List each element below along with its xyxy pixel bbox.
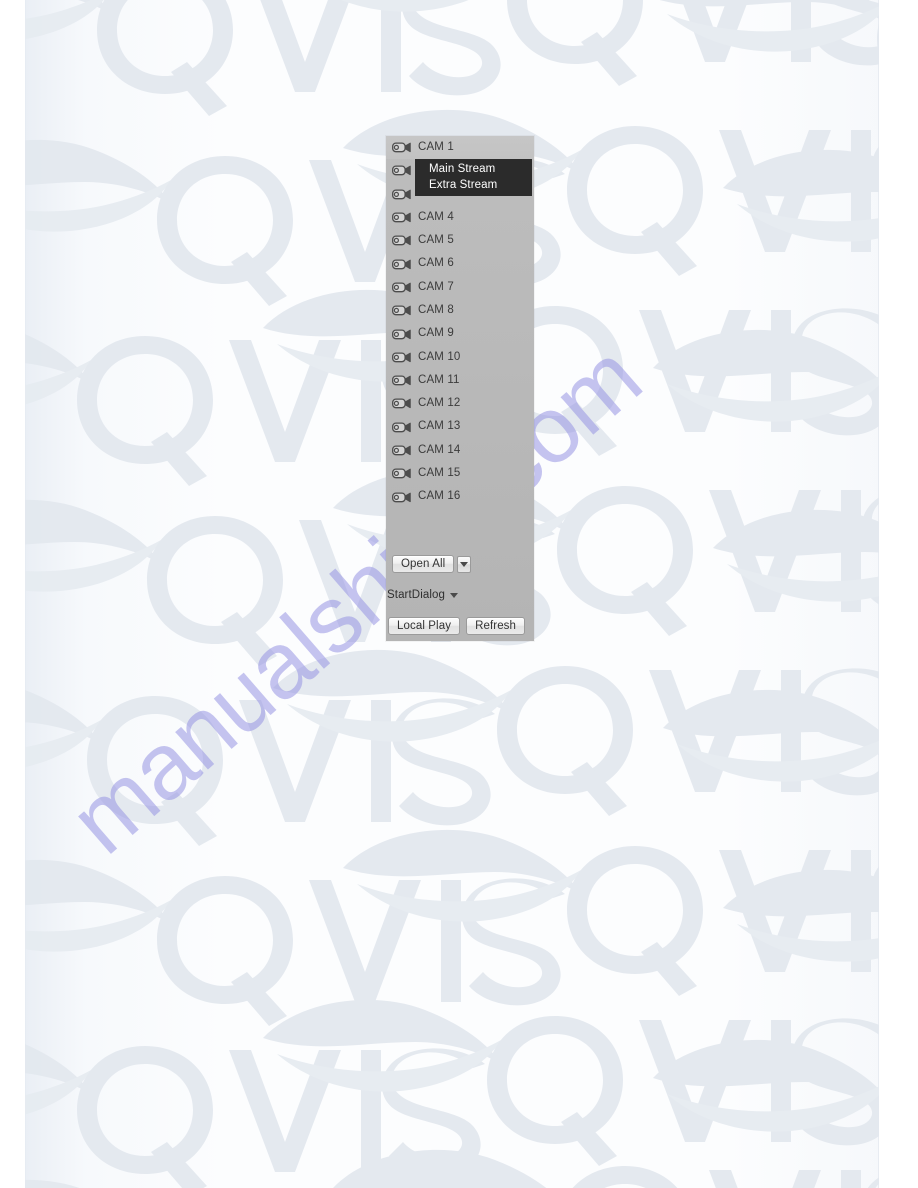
camcorder-icon <box>392 212 411 223</box>
camera-row-cam-7[interactable]: CAM 7 <box>386 276 534 299</box>
camera-list: CAM 1 Main Stream Extra Stream CAM 2 <box>386 136 534 509</box>
camcorder-icon <box>392 352 411 363</box>
document-page: manualshive.com CAM 1 Main Stream Extra … <box>0 0 918 1188</box>
chevron-down-icon <box>460 561 469 567</box>
camera-row-cam-5[interactable]: CAM 5 <box>386 229 534 252</box>
camera-label: CAM 16 <box>418 490 461 503</box>
camcorder-icon <box>392 259 411 269</box>
camera-row-cam-12[interactable]: CAM 12 <box>386 392 534 415</box>
camera-label: CAM 8 <box>418 303 454 316</box>
camcorder-icon <box>392 375 411 386</box>
open-all-dropdown-button[interactable] <box>457 555 472 573</box>
camera-label: CAM 1 <box>418 140 454 153</box>
menu-item-extra-stream[interactable]: Extra Stream <box>415 177 532 193</box>
camera-row-cam-11[interactable]: CAM 11 <box>386 369 534 392</box>
camera-label: CAM 4 <box>418 210 454 223</box>
camera-label: CAM 15 <box>418 467 461 480</box>
start-dialog-button[interactable]: StartDialog <box>387 586 445 604</box>
camera-row-cam-4[interactable]: CAM 4 <box>386 206 534 229</box>
camera-label: CAM 11 <box>418 373 460 386</box>
start-dialog-dropdown-button[interactable] <box>447 587 460 604</box>
camera-row-cam-1[interactable]: CAM 1 Main Stream Extra Stream <box>386 136 534 196</box>
camcorder-icon <box>392 189 411 200</box>
camera-label: CAM 6 <box>418 257 454 270</box>
camcorder-icon <box>392 398 411 409</box>
site-watermark-text: manualshive.com <box>50 323 660 874</box>
channel-list-panel: CAM 1 Main Stream Extra Stream CAM 2 <box>386 136 534 641</box>
camera-row-cam-9[interactable]: CAM 9 <box>386 322 534 345</box>
camera-label: CAM 14 <box>418 443 461 456</box>
camera-label: CAM 13 <box>418 420 461 433</box>
refresh-button[interactable]: Refresh <box>466 617 526 635</box>
camera-label: CAM 12 <box>418 397 461 410</box>
menu-item-main-stream[interactable]: Main Stream <box>415 161 532 177</box>
camera-row-cam-8[interactable]: CAM 8 <box>386 299 534 322</box>
stream-context-menu[interactable]: Main Stream Extra Stream <box>415 159 532 196</box>
camera-row-cam-14[interactable]: CAM 14 <box>386 439 534 462</box>
local-play-button[interactable]: Local Play <box>388 617 461 635</box>
chevron-down-icon <box>449 592 458 598</box>
camcorder-icon <box>392 235 411 246</box>
camcorder-icon <box>392 305 411 316</box>
camera-row-cam-16[interactable]: CAM 16 <box>386 485 534 508</box>
camcorder-icon <box>392 282 411 293</box>
camera-label: CAM 10 <box>418 350 461 363</box>
camera-row-cam-6[interactable]: CAM 6 <box>386 252 534 275</box>
playback-controls-row: Local Play Refresh <box>386 617 536 635</box>
camera-label: CAM 7 <box>418 280 454 293</box>
camcorder-icon <box>392 142 411 153</box>
open-all-button[interactable]: Open All <box>392 555 455 573</box>
open-all-row: Open All <box>386 555 540 573</box>
camcorder-icon <box>392 445 411 456</box>
start-dialog-row: StartDialog <box>386 586 535 604</box>
camera-row-cam-15[interactable]: CAM 15 <box>386 462 534 485</box>
camera-label: CAM 5 <box>418 234 454 247</box>
camcorder-icon <box>392 328 411 339</box>
camera-label: CAM 9 <box>418 327 454 340</box>
camcorder-icon <box>392 492 411 502</box>
camera-row-cam-10[interactable]: CAM 10 <box>386 346 534 369</box>
camcorder-icon <box>392 468 411 479</box>
camcorder-icon <box>392 165 411 176</box>
camcorder-icon <box>392 422 411 433</box>
camera-row-cam-13[interactable]: CAM 13 <box>386 416 534 439</box>
